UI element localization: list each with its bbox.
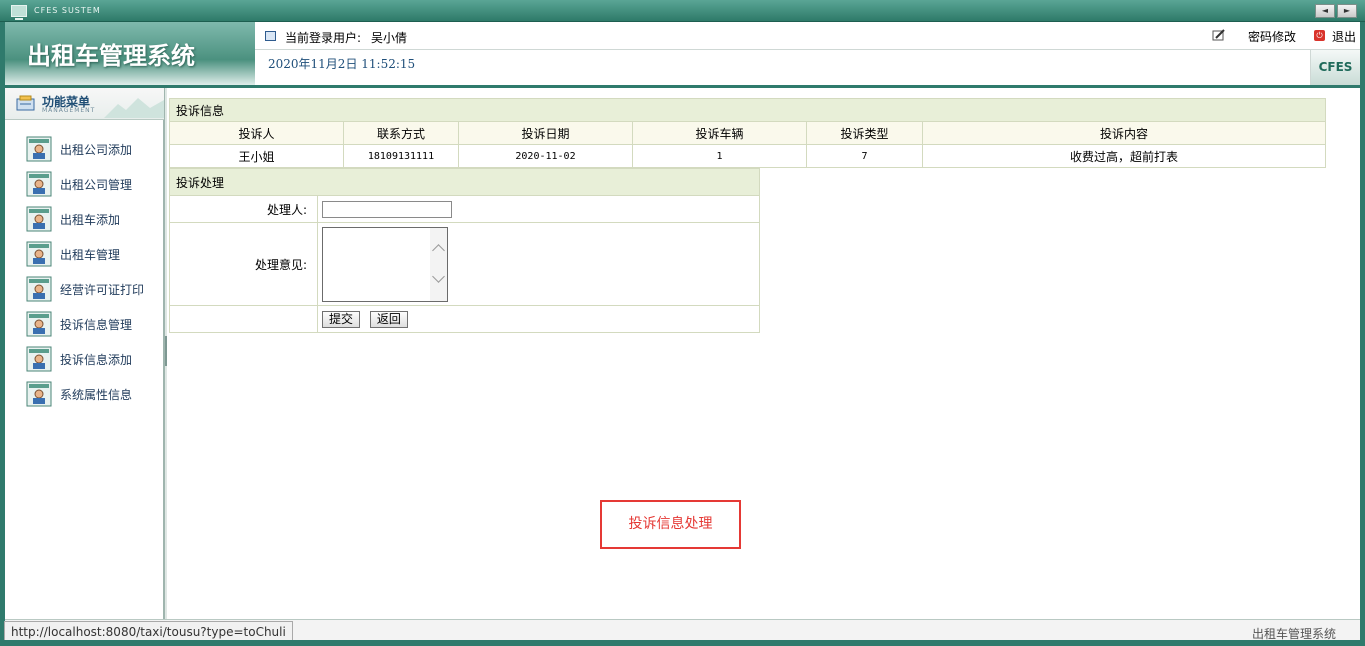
opinion-textarea[interactable]: [322, 226, 448, 302]
sidebar-subtitle: MANAGEMENT: [42, 107, 96, 114]
date-bar: 2020年11月2日 11:52:15: [255, 50, 1310, 85]
window-title-bar: CFES SUSTEM ◄ ►: [0, 0, 1365, 22]
sidebar-item-label: 投诉信息添加: [60, 353, 133, 367]
complaint-info-table: 投诉信息 投诉人 联系方式 投诉日期 投诉车辆 投诉类型 投诉内容 王小姐 18…: [169, 98, 1326, 168]
contact-cell: 18109131111: [343, 144, 459, 168]
user-card-icon: [26, 276, 52, 302]
submit-button[interactable]: 提交: [322, 310, 361, 328]
system-label: CFES SUSTEM: [34, 6, 101, 15]
nav-buttons: ◄ ►: [1315, 4, 1357, 18]
sidebar-menu: 出租公司添加 出租公司管理 出租车添加 出租车管理 经营许可证打印 投诉信息管理…: [5, 133, 164, 413]
sidebar-item-label: 投诉信息管理: [60, 318, 133, 332]
user-window-icon: [265, 31, 276, 41]
current-datetime: 2020年11月2日 11:52:15: [268, 57, 416, 71]
user-card-icon: [26, 346, 52, 372]
opinion-cell: [317, 222, 760, 306]
sidebar-item-complaint-add[interactable]: 投诉信息添加: [5, 343, 164, 378]
nav-next-button[interactable]: ►: [1337, 4, 1357, 18]
power-icon[interactable]: ⏻: [1314, 30, 1325, 41]
complaint-process-title: 投诉处理: [169, 168, 760, 196]
user-card-icon: [26, 241, 52, 267]
mountain-decoration: [104, 98, 164, 118]
complaint-info-title: 投诉信息: [169, 98, 1326, 122]
app-title: 出租车管理系统: [27, 41, 195, 70]
user-card-icon: [26, 311, 52, 337]
user-card-icon: [26, 136, 52, 162]
sidebar-header: 功能菜单 MANAGEMENT: [5, 88, 164, 120]
table-row: 王小姐 18109131111 2020-11-02 1 7 收费过高，超前打表: [169, 144, 1326, 168]
back-button[interactable]: 返回: [369, 310, 408, 328]
sidebar-item-label: 出租车添加: [60, 213, 121, 227]
column-header: 投诉类型: [806, 121, 923, 145]
empty-cell: [169, 305, 318, 333]
handler-input[interactable]: [322, 200, 452, 218]
user-card-icon: [26, 381, 52, 407]
monitor-icon: [11, 5, 27, 20]
change-password-link[interactable]: 密码修改: [1248, 28, 1296, 45]
sidebar-item-label: 系统属性信息: [60, 388, 133, 402]
nav-prev-button[interactable]: ◄: [1315, 4, 1335, 18]
handler-label: 处理人:: [169, 195, 318, 223]
bottom-border: [0, 640, 1365, 646]
sidebar-item-system-properties[interactable]: 系统属性信息: [5, 378, 164, 413]
complaint-process-form: 投诉处理 处理人: 处理意见: 提交 返回: [169, 168, 760, 333]
sidebar-item-taxi-company-manage[interactable]: 出租公司管理: [5, 168, 164, 203]
date-cell: 2020-11-02: [458, 144, 633, 168]
sidebar-item-license-print[interactable]: 经营许可证打印: [5, 273, 164, 308]
sidebar-item-label: 出租公司管理: [60, 178, 133, 192]
user-card-icon: [26, 206, 52, 232]
sidebar-item-label: 出租车管理: [60, 248, 121, 262]
column-header: 投诉车辆: [632, 121, 807, 145]
scroll-up-icon[interactable]: [432, 243, 445, 257]
handler-cell: [317, 195, 760, 223]
sidebar-item-label: 出租公司添加: [60, 143, 133, 157]
opinion-label: 处理意见:: [169, 222, 318, 306]
complainant-cell: 王小姐: [169, 144, 344, 168]
header: 出租车管理系统 当前登录用户: 吴小倩 密码修改 ⏻ 退出 2020年11月2日…: [5, 22, 1360, 88]
sidebar-item-taxi-manage[interactable]: 出租车管理: [5, 238, 164, 273]
current-user-name: 吴小倩: [371, 31, 408, 45]
column-header: 投诉内容: [922, 121, 1326, 145]
cfes-badge: CFES: [1310, 50, 1360, 85]
type-cell: 7: [806, 144, 923, 168]
textarea-scrollbar[interactable]: [430, 227, 447, 301]
user-bar: 当前登录用户: 吴小倩 密码修改 ⏻ 退出: [255, 22, 1360, 50]
annotation-label: 投诉信息处理: [600, 500, 741, 549]
sidebar: 功能菜单 MANAGEMENT 出租公司添加 出租公司管理 出租车添加 出租车管…: [5, 88, 164, 619]
menu-icon: [16, 95, 35, 111]
sidebar-item-taxi-company-add[interactable]: 出租公司添加: [5, 133, 164, 168]
vehicle-cell: 1: [632, 144, 807, 168]
column-header: 投诉日期: [458, 121, 633, 145]
sidebar-item-label: 经营许可证打印: [60, 283, 145, 297]
sidebar-item-complaint-manage[interactable]: 投诉信息管理: [5, 308, 164, 343]
main-content: 投诉信息 投诉人 联系方式 投诉日期 投诉车辆 投诉类型 投诉内容 王小姐 18…: [167, 88, 1360, 619]
logout-link[interactable]: 退出: [1332, 28, 1356, 45]
action-cell: 提交 返回: [317, 305, 760, 333]
user-card-icon: [26, 171, 52, 197]
column-header: 联系方式: [343, 121, 459, 145]
current-user-label: 当前登录用户:: [285, 31, 362, 45]
scroll-down-icon[interactable]: [432, 269, 445, 283]
logo-area: 出租车管理系统: [5, 22, 255, 85]
sidebar-item-taxi-add[interactable]: 出租车添加: [5, 203, 164, 238]
edit-password-icon[interactable]: [1212, 28, 1226, 42]
column-header: 投诉人: [169, 121, 344, 145]
content-cell: 收费过高，超前打表: [922, 144, 1326, 168]
